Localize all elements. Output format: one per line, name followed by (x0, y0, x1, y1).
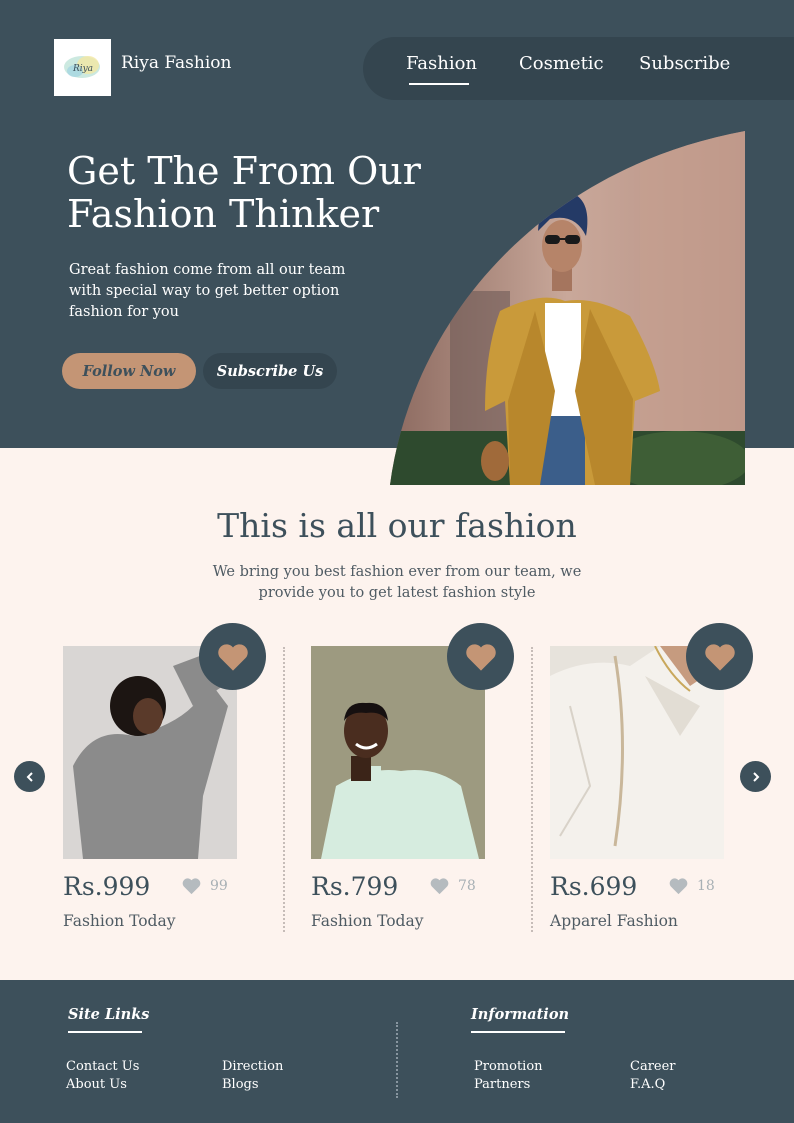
svg-text:Riya: Riya (71, 64, 92, 74)
footer-divider (396, 1022, 398, 1098)
chevron-right-icon (752, 771, 759, 782)
hero-model-image (390, 131, 745, 485)
footer-link-contact-us[interactable]: Contact Us (66, 1059, 139, 1074)
heart-icon (217, 643, 248, 671)
nav-active-underline (409, 83, 469, 85)
heart-outline-icon (182, 878, 201, 895)
likes-count-3: 18 (697, 878, 715, 894)
hero-title: Get The From Our Fashion Thinker (67, 150, 427, 236)
nav-item-cosmetic[interactable]: Cosmetic (519, 53, 604, 74)
heart-icon (704, 643, 735, 671)
footer-link-about-us[interactable]: About Us (66, 1077, 127, 1092)
section-subtitle: We bring you best fashion ever from our … (212, 564, 582, 601)
nav-item-fashion[interactable]: Fashion (406, 53, 477, 74)
footer-information-title: Information (471, 1006, 570, 1023)
card-divider-2 (531, 647, 533, 932)
favorite-button-2[interactable] (447, 623, 514, 690)
product-likes-3[interactable]: 18 (668, 877, 715, 895)
product-price-1: Rs.999 (63, 872, 151, 901)
favorite-button-1[interactable] (199, 623, 266, 690)
likes-count-1: 99 (210, 878, 228, 894)
product-name-1[interactable]: Fashion Today (63, 912, 175, 930)
product-name-2[interactable]: Fashion Today (311, 912, 423, 930)
footer-link-direction[interactable]: Direction (222, 1059, 283, 1074)
footer-link-promotion[interactable]: Promotion (474, 1059, 543, 1074)
subscribe-us-button[interactable]: Subscribe Us (203, 353, 337, 389)
product-name-3[interactable]: Apparel Fashion (550, 912, 678, 930)
heart-icon (465, 643, 496, 671)
favorite-button-3[interactable] (686, 623, 753, 690)
section-title: This is all our fashion (217, 506, 577, 545)
footer-link-career[interactable]: Career (630, 1059, 676, 1074)
heart-outline-icon (430, 878, 449, 895)
footer-site-links-title: Site Links (68, 1006, 150, 1023)
heart-outline-icon (669, 878, 688, 895)
carousel-prev-button[interactable] (14, 761, 45, 792)
footer-information-underline (471, 1031, 565, 1033)
footer-link-blogs[interactable]: Blogs (222, 1077, 259, 1092)
card-divider-1 (283, 647, 285, 932)
footer-link-partners[interactable]: Partners (474, 1077, 530, 1092)
hero-title-line-2: Fashion Thinker (67, 192, 380, 236)
footer-link-faq[interactable]: F.A.Q (630, 1077, 665, 1092)
footer-site-links-underline (68, 1031, 142, 1033)
hero-title-line-1: Get The From Our (67, 149, 421, 193)
logo-watercolor-icon: Riya (63, 55, 100, 78)
follow-now-button[interactable]: Follow Now (62, 353, 196, 389)
product-likes-2[interactable]: 78 (429, 877, 476, 895)
hero-subtitle: Great fashion come from all our team wit… (69, 262, 346, 320)
product-price-2: Rs.799 (311, 872, 399, 901)
brand-logo[interactable]: Riya (54, 39, 111, 96)
likes-count-2: 78 (458, 878, 476, 894)
chevron-left-icon (26, 771, 33, 782)
nav-item-subscribe[interactable]: Subscribe (639, 53, 730, 74)
product-likes-1[interactable]: 99 (181, 877, 228, 895)
carousel-next-button[interactable] (740, 761, 771, 792)
brand-name: Riya Fashion (121, 53, 232, 73)
product-price-3: Rs.699 (550, 872, 638, 901)
